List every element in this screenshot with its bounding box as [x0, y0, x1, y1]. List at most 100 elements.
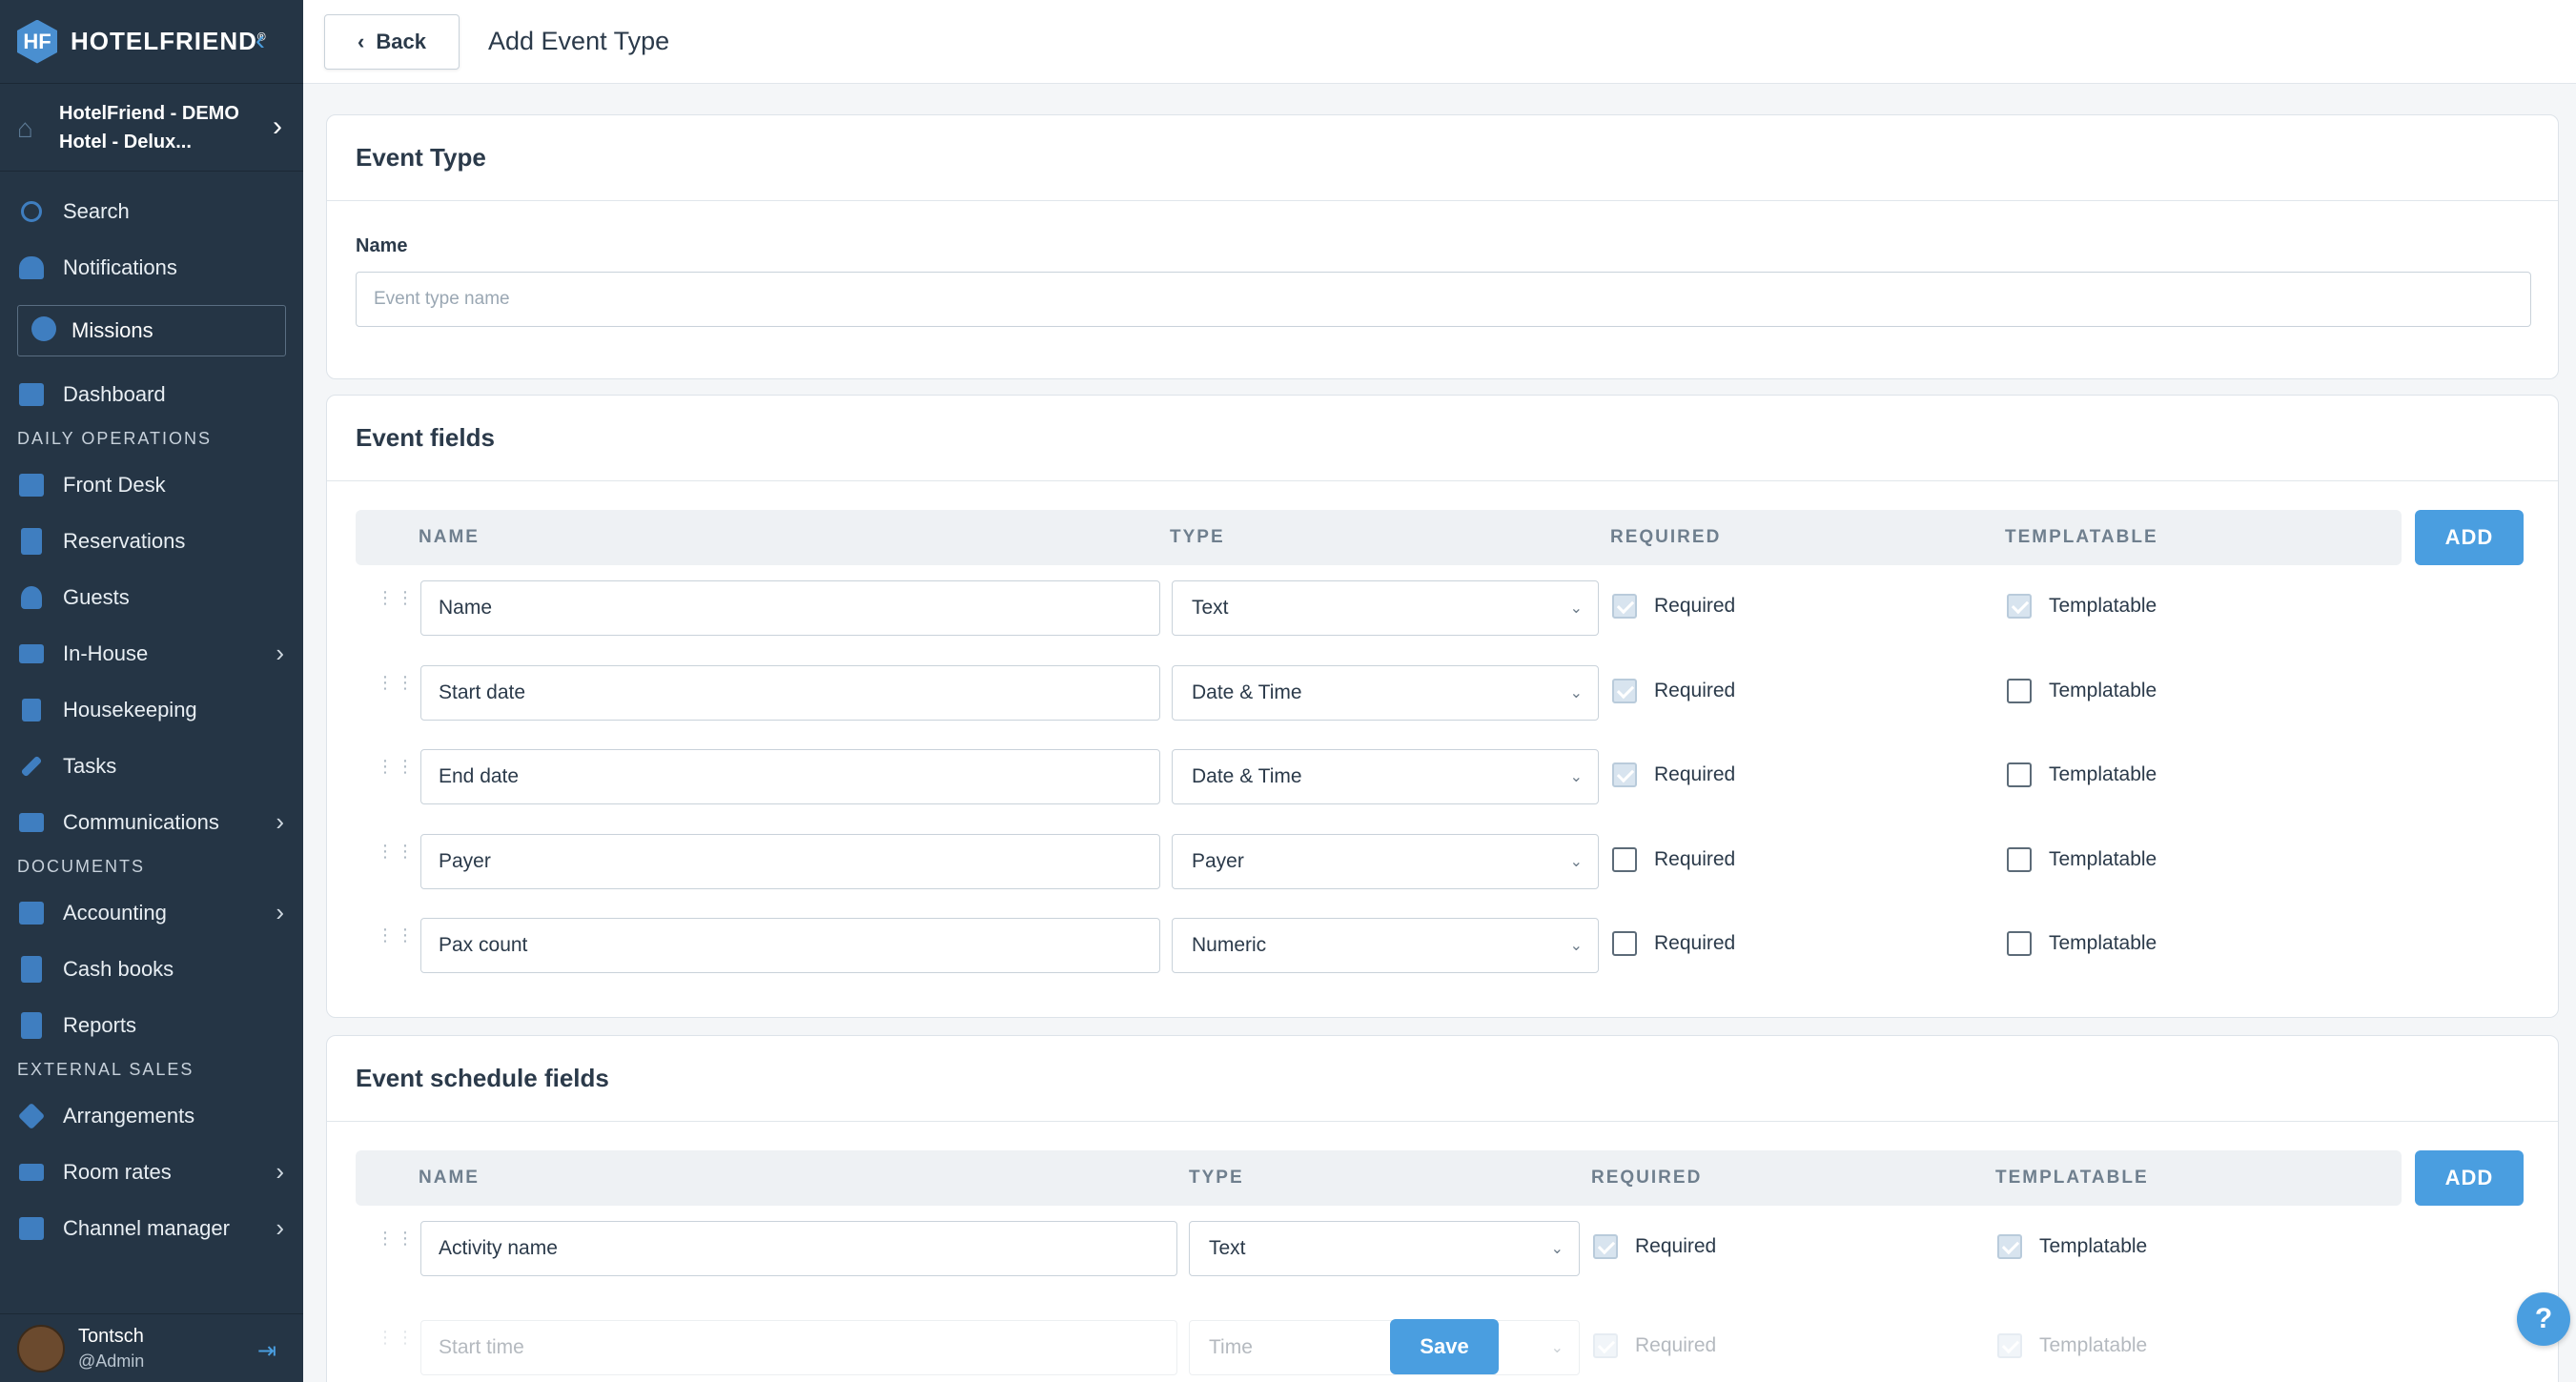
checkbox-unchecked[interactable] — [2007, 762, 2032, 787]
user-role: @Admin — [78, 1351, 145, 1371]
field-type-select[interactable]: Text ⌄ — [1172, 580, 1599, 636]
sidebar-item-guests[interactable]: Guests — [0, 569, 303, 625]
sidebar-item-label: Cash books — [63, 956, 174, 981]
required-checkbox[interactable]: Required — [1612, 762, 1735, 787]
hotel-selector[interactable]: ⌂ HotelFriend - DEMO Hotel - Delux... › — [0, 84, 303, 172]
templatable-checkbox[interactable]: Templatable — [2007, 931, 2157, 956]
schedule-field-name-input[interactable]: Start time — [420, 1320, 1177, 1375]
schedule-field-type-select[interactable]: Time ⌄ — [1189, 1320, 1580, 1375]
required-checkbox[interactable]: Required — [1612, 594, 1735, 619]
name-label: Name — [356, 235, 408, 256]
sidebar-item-label: In-House — [63, 640, 149, 665]
missions-button[interactable]: Missions — [17, 305, 286, 356]
drag-handle-icon[interactable]: ⋮⋮ — [377, 1230, 414, 1261]
checkbox-unchecked[interactable] — [2007, 679, 2032, 703]
field-name-input[interactable]: Payer — [420, 834, 1160, 889]
required-checkbox[interactable]: Required — [1612, 931, 1735, 956]
checkbox-checked[interactable] — [2007, 594, 2032, 619]
field-name-input[interactable]: Start date — [420, 665, 1160, 721]
back-button[interactable]: ‹ Back — [324, 13, 460, 70]
field-type-select[interactable]: Date & Time ⌄ — [1172, 665, 1599, 721]
sidebar-item-label: Arrangements — [63, 1103, 195, 1128]
logout-icon[interactable]: ⇥ — [257, 1337, 276, 1365]
sidebar-item-label: Dashboard — [63, 381, 166, 406]
required-checkbox[interactable]: Required — [1612, 847, 1735, 872]
section-external-sales: EXTERNAL SALES — [17, 1060, 194, 1079]
checkbox-unchecked[interactable] — [2007, 847, 2032, 872]
dashboard-icon — [17, 380, 46, 409]
checkbox-unchecked[interactable] — [1612, 847, 1637, 872]
sidebar-item-notifications[interactable]: Notifications — [0, 239, 303, 295]
sidebar-item-front-desk[interactable]: Front Desk — [0, 457, 303, 513]
schedule-field-type-select[interactable]: Text ⌄ — [1189, 1221, 1580, 1276]
sidebar-item-room-rates[interactable]: Room rates › — [0, 1144, 303, 1200]
drag-handle-icon[interactable]: ⋮⋮ — [377, 674, 414, 705]
user-profile[interactable]: Tontsch @Admin ⇥ — [0, 1313, 303, 1382]
add-schedule-field-button[interactable]: ADD — [2415, 1150, 2524, 1206]
required-checkbox[interactable]: Required — [1612, 679, 1735, 703]
column-header-templatable: TEMPLATABLE — [2005, 527, 2158, 547]
schedule-field-name-input[interactable]: Activity name — [420, 1221, 1177, 1276]
column-header-required: REQUIRED — [1591, 1168, 1703, 1188]
drag-handle-icon[interactable]: ⋮⋮ — [377, 758, 414, 789]
drag-handle-icon[interactable]: ⋮⋮ — [377, 1329, 414, 1360]
collapse-sidebar-icon[interactable]: ‹ — [256, 25, 265, 57]
sidebar-item-in-house[interactable]: In-House › — [0, 625, 303, 681]
sidebar-item-dashboard[interactable]: Dashboard — [0, 366, 303, 422]
sidebar-item-channel-manager[interactable]: Channel manager › — [0, 1200, 303, 1256]
templatable-checkbox[interactable]: Templatable — [2007, 679, 2157, 703]
checkbox-checked[interactable] — [1612, 762, 1637, 787]
sidebar-item-reports[interactable]: Reports — [0, 997, 303, 1053]
add-event-field-button[interactable]: ADD — [2415, 510, 2524, 565]
sidebar-item-arrangements[interactable]: Arrangements — [0, 1087, 303, 1144]
checkbox-checked[interactable] — [1593, 1333, 1618, 1358]
section-daily-operations: DAILY OPERATIONS — [17, 429, 213, 448]
sidebar-item-label: Front Desk — [63, 472, 166, 497]
drag-handle-icon[interactable]: ⋮⋮ — [377, 843, 414, 874]
field-name-input[interactable]: End date — [420, 749, 1160, 804]
checkbox-checked[interactable] — [1997, 1234, 2022, 1259]
drag-handle-icon[interactable]: ⋮⋮ — [377, 589, 414, 620]
sidebar-item-reservations[interactable]: Reservations — [0, 513, 303, 569]
checkbox-unchecked[interactable] — [2007, 931, 2032, 956]
drag-handle-icon[interactable]: ⋮⋮ — [377, 926, 414, 958]
required-checkbox[interactable]: Required — [1593, 1234, 1716, 1259]
sidebar-item-communications[interactable]: Communications › — [0, 794, 303, 850]
sidebar-item-accounting[interactable]: Accounting › — [0, 884, 303, 941]
field-type-select[interactable]: Numeric ⌄ — [1172, 918, 1599, 973]
checkbox-checked[interactable] — [1997, 1333, 2022, 1358]
page-title: Add Event Type — [488, 27, 670, 55]
templatable-checkbox[interactable]: Templatable — [2007, 594, 2157, 619]
field-type-value: Text — [1192, 597, 1229, 619]
sidebar-item-label: Reports — [63, 1012, 137, 1037]
event-type-name-input[interactable]: Event type name — [356, 272, 2531, 327]
checkbox-checked[interactable] — [1593, 1234, 1618, 1259]
templatable-label: Templatable — [2049, 848, 2157, 870]
templatable-checkbox[interactable]: Templatable — [2007, 847, 2157, 872]
field-type-select[interactable]: Payer ⌄ — [1172, 834, 1599, 889]
templatable-checkbox[interactable]: Templatable — [2007, 762, 2157, 787]
help-icon[interactable]: ? — [2517, 1292, 2570, 1346]
sidebar-item-cash-books[interactable]: Cash books — [0, 941, 303, 997]
chevron-right-icon: › — [276, 1213, 284, 1242]
chevron-right-icon: › — [273, 111, 282, 142]
field-type-select[interactable]: Date & Time ⌄ — [1172, 749, 1599, 804]
sidebar-item-label: Guests — [63, 584, 130, 609]
templatable-checkbox[interactable]: Templatable — [1997, 1234, 2147, 1259]
required-checkbox[interactable]: Required — [1593, 1333, 1716, 1358]
chevron-right-icon: › — [276, 807, 284, 836]
checkbox-unchecked[interactable] — [1612, 931, 1637, 956]
templatable-label: Templatable — [2039, 1334, 2148, 1356]
checkbox-checked[interactable] — [1612, 679, 1637, 703]
sidebar-item-tasks[interactable]: Tasks — [0, 738, 303, 794]
save-button[interactable]: Save — [1390, 1319, 1499, 1374]
checkbox-checked[interactable] — [1612, 594, 1637, 619]
required-label: Required — [1635, 1235, 1717, 1257]
chat-icon — [17, 808, 46, 837]
field-name-input[interactable]: Name — [420, 580, 1160, 636]
sidebar-item-search[interactable]: Search — [0, 183, 303, 239]
field-name-input[interactable]: Pax count — [420, 918, 1160, 973]
sidebar-item-label: Tasks — [63, 753, 117, 778]
sidebar-item-housekeeping[interactable]: Housekeeping — [0, 681, 303, 738]
templatable-checkbox[interactable]: Templatable — [1997, 1333, 2147, 1358]
